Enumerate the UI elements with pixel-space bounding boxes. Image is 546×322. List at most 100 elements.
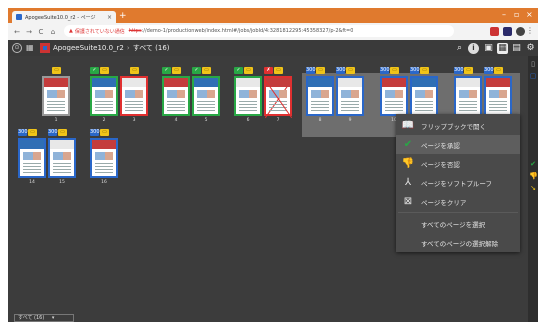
info-icon[interactable]: i bbox=[468, 43, 479, 54]
page-image-graphic bbox=[95, 90, 105, 98]
page-thumbnail[interactable] bbox=[264, 76, 292, 116]
approved-badge: ✓ bbox=[192, 67, 201, 74]
panel-icon[interactable]: ▯ bbox=[529, 60, 537, 68]
annotation-note-icon[interactable]: ▭ bbox=[52, 67, 61, 74]
annotation-note-icon[interactable]: ▭ bbox=[100, 129, 109, 136]
page-text-line bbox=[47, 107, 65, 108]
single-view-icon[interactable]: ▣ bbox=[483, 43, 494, 54]
context-menu-item[interactable]: ✔ ページを承認 bbox=[396, 135, 520, 154]
page-text-line bbox=[125, 101, 143, 102]
book-view-icon[interactable]: ▤ bbox=[511, 43, 522, 54]
page-thumbnail[interactable] bbox=[454, 76, 482, 116]
page-image-graphic bbox=[125, 90, 135, 98]
annotation-note-icon[interactable]: ▭ bbox=[346, 67, 355, 74]
reject-status-icon[interactable]: 👎 bbox=[529, 172, 538, 180]
page-thumbnail[interactable] bbox=[192, 76, 220, 116]
annotation-note-icon[interactable]: ▭ bbox=[28, 129, 37, 136]
page-text-line bbox=[167, 101, 185, 102]
warning-icon: ▲ bbox=[69, 28, 73, 34]
annotation-note-icon[interactable]: ▭ bbox=[390, 67, 399, 74]
page-text-line bbox=[311, 101, 329, 102]
browser-tab[interactable]: ApogeeSuite10.0_r2 - ページ × bbox=[12, 11, 116, 23]
context-menu-item[interactable]: 📖 フリップブックで開く bbox=[396, 116, 520, 135]
page-text-line bbox=[47, 110, 65, 111]
page-image-graphic bbox=[321, 90, 329, 98]
profile-icon[interactable] bbox=[516, 27, 525, 36]
extension-icon[interactable] bbox=[490, 27, 499, 36]
page-image-graphic bbox=[53, 152, 63, 160]
page-thumbnail[interactable] bbox=[90, 138, 118, 178]
page-text-line bbox=[53, 166, 71, 167]
page-thumbnail[interactable] bbox=[410, 76, 438, 116]
annotation-note-icon[interactable]: ▭ bbox=[420, 67, 429, 74]
extension-icon[interactable] bbox=[503, 27, 512, 36]
address-toolbar: ← → C ⌂ ▲ 保護されていない通信 https ://demo-1/pro… bbox=[8, 23, 538, 40]
page-text-line bbox=[311, 104, 329, 105]
page-thumbnail[interactable] bbox=[336, 76, 364, 116]
page-text-line bbox=[197, 104, 215, 105]
reload-button[interactable]: C bbox=[36, 28, 46, 36]
context-menu-item[interactable]: 👎 ページを否認 bbox=[396, 154, 520, 173]
annotation-note-icon[interactable]: ▭ bbox=[316, 67, 325, 74]
softproof-icon: ⅄ bbox=[404, 176, 412, 188]
arrow-icon[interactable]: ↘ bbox=[529, 184, 537, 192]
page-thumbnail[interactable] bbox=[234, 76, 262, 116]
page-text-line bbox=[197, 107, 215, 108]
address-bar[interactable]: ▲ 保護されていない通信 https ://demo-1/productionw… bbox=[64, 25, 454, 37]
context-menu-item[interactable]: すべてのページの選択解除 bbox=[396, 233, 520, 252]
annotation-note-icon[interactable]: ▭ bbox=[244, 67, 253, 74]
search-icon[interactable]: ⌕ bbox=[454, 43, 465, 54]
annotation-note-icon[interactable]: ▭ bbox=[172, 67, 181, 74]
context-menu-item-label: すべてのページを選択 bbox=[421, 220, 486, 229]
context-menu-item[interactable]: ⊠ ページをクリア bbox=[396, 192, 520, 211]
page-text-line bbox=[95, 104, 113, 105]
settings-gear-icon[interactable]: ⚙ bbox=[525, 43, 536, 54]
page-thumbnail[interactable] bbox=[120, 76, 148, 116]
page-text-line bbox=[95, 107, 113, 108]
tab-close-icon[interactable]: × bbox=[107, 14, 112, 21]
page-image-graphic bbox=[57, 90, 65, 98]
page-thumbnail[interactable] bbox=[42, 76, 70, 116]
approve-status-icon[interactable]: ✔ bbox=[529, 160, 537, 168]
page-text-line bbox=[489, 104, 507, 105]
annotation-note-icon[interactable]: ▭ bbox=[130, 67, 139, 74]
page-thumbnail[interactable] bbox=[18, 138, 46, 178]
forward-button[interactable]: → bbox=[24, 28, 34, 36]
page-number: 6 bbox=[246, 118, 250, 123]
page-thumbnail[interactable] bbox=[90, 76, 118, 116]
maximize-button[interactable]: ▫ bbox=[514, 10, 519, 20]
browser-menu-icon[interactable]: ⋮ bbox=[526, 26, 534, 35]
reject-icon: 👎 bbox=[401, 157, 415, 169]
page-text-line bbox=[415, 110, 433, 111]
context-menu-item[interactable]: ⅄ ページをソフトプルーフ bbox=[396, 173, 520, 192]
page-thumbnail-area: ▭1▭✓2▭3▭✓4▭✓5▭✓6▭✗7▭3008▭3009▭30010▭3001… bbox=[8, 56, 528, 322]
page-header-graphic bbox=[266, 78, 290, 87]
page-thumbnail[interactable] bbox=[162, 76, 190, 116]
page-thumbnail[interactable] bbox=[306, 76, 334, 116]
close-window-button[interactable]: × bbox=[526, 10, 533, 20]
home-button[interactable]: ⌂ bbox=[48, 28, 58, 36]
page-text-line bbox=[23, 163, 41, 164]
annotation-note-icon[interactable]: ▭ bbox=[464, 67, 473, 74]
annotation-note-icon[interactable]: ▭ bbox=[494, 67, 503, 74]
back-button[interactable]: ← bbox=[12, 28, 22, 36]
page-number: 14 bbox=[29, 180, 35, 185]
grid-view-icon[interactable]: ▦ bbox=[497, 43, 508, 54]
context-menu-item[interactable]: すべてのページを選択 bbox=[396, 214, 520, 233]
layers-icon[interactable]: ▢ bbox=[529, 72, 537, 80]
annotation-note-icon[interactable]: ▭ bbox=[274, 67, 283, 74]
rejected-badge: ✗ bbox=[264, 67, 273, 74]
minimize-button[interactable]: – bbox=[502, 10, 506, 20]
page-filter-select[interactable]: すべて (16) ▾ bbox=[14, 314, 74, 322]
page-text-line bbox=[269, 110, 287, 111]
annotation-note-icon[interactable]: ▭ bbox=[202, 67, 211, 74]
apps-grid-icon[interactable]: ▦ bbox=[26, 43, 36, 53]
annotation-note-icon[interactable]: ▭ bbox=[58, 129, 67, 136]
annotation-note-icon[interactable]: ▭ bbox=[100, 67, 109, 74]
page-thumbnail[interactable] bbox=[48, 138, 76, 178]
page-thumbnail[interactable] bbox=[380, 76, 408, 116]
page-text-line bbox=[341, 107, 359, 108]
new-tab-button[interactable]: + bbox=[119, 11, 127, 21]
navigate-icon[interactable]: ⊙ bbox=[12, 43, 22, 53]
page-thumbnail[interactable] bbox=[484, 76, 512, 116]
